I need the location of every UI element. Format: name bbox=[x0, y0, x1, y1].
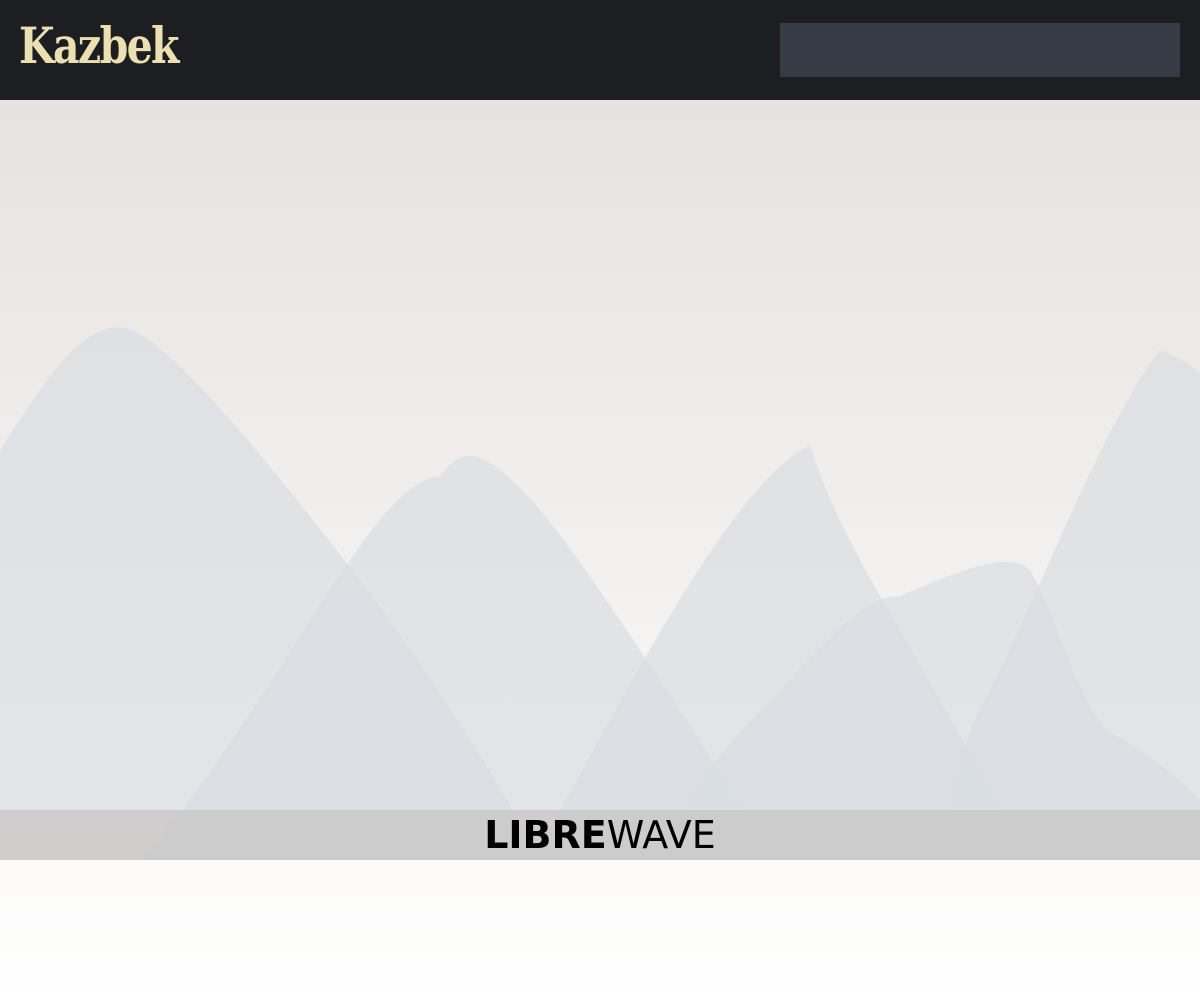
brand-wordmark: LIBREWAVE bbox=[484, 810, 716, 860]
hero-banner: LIBREWAVE bbox=[0, 100, 1200, 1000]
brand-wordmark-light: WAVE bbox=[606, 813, 716, 857]
search-input[interactable] bbox=[780, 23, 1180, 77]
brand-banner: LIBREWAVE bbox=[0, 810, 1200, 860]
site-logo[interactable]: Kazbek bbox=[19, 14, 179, 78]
top-bar: Kazbek bbox=[0, 0, 1200, 100]
brand-wordmark-strong: LIBRE bbox=[484, 813, 607, 857]
mountain-illustration bbox=[0, 327, 1200, 860]
